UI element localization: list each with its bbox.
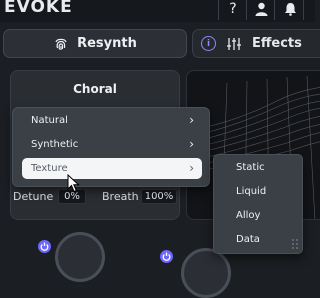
submenu-item-static[interactable]: Static — [236, 162, 265, 173]
app-logo: EVOKE — [4, 0, 73, 17]
help-icon[interactable]: ? — [222, 0, 244, 18]
menu-item-label: Synthetic — [31, 139, 79, 150]
menu-item-label: Texture — [31, 163, 68, 174]
menu-item-label: Natural — [31, 115, 68, 126]
breath-label: Breath — [102, 190, 139, 203]
tab-effects-label: Effects — [252, 36, 302, 51]
bell-icon[interactable] — [279, 0, 301, 18]
fingerprint-icon — [55, 38, 67, 50]
knob[interactable] — [55, 232, 105, 282]
sliders-icon — [227, 37, 241, 50]
detune-label: Detune — [13, 190, 54, 203]
chevron-right-icon: › — [189, 161, 194, 175]
header-divider — [218, 0, 219, 20]
menu-item-synthetic[interactable]: Synthetic › — [22, 134, 202, 155]
tab-resynth-label: Resynth — [77, 36, 137, 51]
mouse-cursor-icon — [67, 174, 80, 193]
power-icon[interactable] — [160, 250, 173, 263]
chevron-right-icon: › — [189, 113, 194, 127]
header-divider — [303, 0, 304, 20]
submenu-item-data[interactable]: Data — [236, 234, 260, 245]
info-icon[interactable]: i — [201, 36, 216, 51]
submenu-item-alloy[interactable]: Alloy — [236, 210, 260, 221]
header-divider — [274, 0, 275, 20]
user-icon[interactable] — [250, 0, 272, 18]
tab-resynth[interactable]: Resynth — [3, 29, 187, 58]
submenu-item-liquid[interactable]: Liquid — [236, 186, 266, 197]
knob[interactable] — [181, 248, 231, 298]
tab-effects[interactable]: i Effects — [192, 29, 320, 58]
power-icon[interactable] — [38, 240, 51, 253]
chevron-right-icon: › — [189, 137, 194, 151]
menu-item-texture[interactable]: Texture › — [22, 158, 202, 179]
header-divider — [246, 0, 247, 20]
breath-value[interactable]: 100% — [141, 189, 177, 204]
resize-grip-icon[interactable] — [291, 238, 301, 250]
preset-name[interactable]: Choral — [0, 82, 190, 96]
menu-item-natural[interactable]: Natural › — [22, 110, 202, 131]
